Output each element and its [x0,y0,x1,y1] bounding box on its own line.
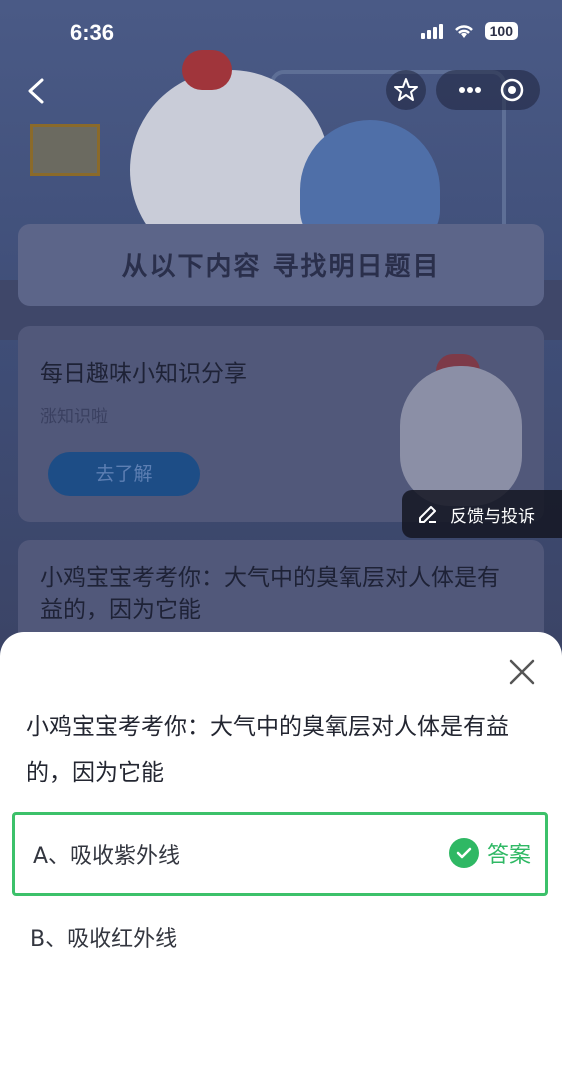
learn-more-button[interactable]: 去了解 [48,452,200,496]
knowledge-card-subtitle: 涨知识啦 [40,407,108,427]
close-icon[interactable] [508,658,536,686]
close-miniapp-icon[interactable] [496,70,536,110]
medal-frame-illustration [30,124,100,176]
title-card: 从以下内容 寻找明日题目 [18,224,544,306]
favorite-button[interactable] [386,70,426,110]
feedback-label: 反馈与投诉 [450,506,535,527]
option-a-label: A、吸收紫外线 [33,844,181,869]
option-b-label: B、吸收红外线 [30,927,178,952]
question-card-text: 小鸡宝宝考考你：大气中的臭氧层对人体是有益的，因为它能 [40,565,500,623]
answer-badge: 答案 [448,837,531,869]
wifi-icon [454,25,473,38]
chick-mascot-icon [400,366,522,506]
status-icons: 100 [420,22,518,40]
option-b[interactable]: B、吸收红外线 [12,898,548,982]
answer-sheet: 小鸡宝宝考考你：大气中的臭氧层对人体是有益的，因为它能 A、吸收紫外线 答案 B… [0,632,562,1080]
battery-icon: 100 [484,22,518,40]
more-icon[interactable] [450,70,490,110]
check-circle-icon [448,838,479,868]
status-time: 6:36 [70,20,115,45]
edit-icon [419,506,436,523]
chick-comb-illustration [182,50,232,90]
knowledge-card-heading: 每日趣味小知识分享 [40,361,247,387]
back-icon[interactable] [22,76,52,106]
answer-badge-label: 答案 [486,843,531,868]
page-title: 从以下内容 寻找明日题目 [121,252,441,282]
star-icon [394,78,418,101]
sheet-question: 小鸡宝宝考考你：大气中的臭氧层对人体是有益的，因为它能 [26,714,509,786]
feedback-button[interactable]: 反馈与投诉 [402,490,562,538]
signal-icon [420,23,443,39]
status-bar: 6:36 100 [0,14,562,54]
miniapp-capsule[interactable] [436,70,540,110]
option-a[interactable]: A、吸收紫外线 答案 [12,812,548,896]
